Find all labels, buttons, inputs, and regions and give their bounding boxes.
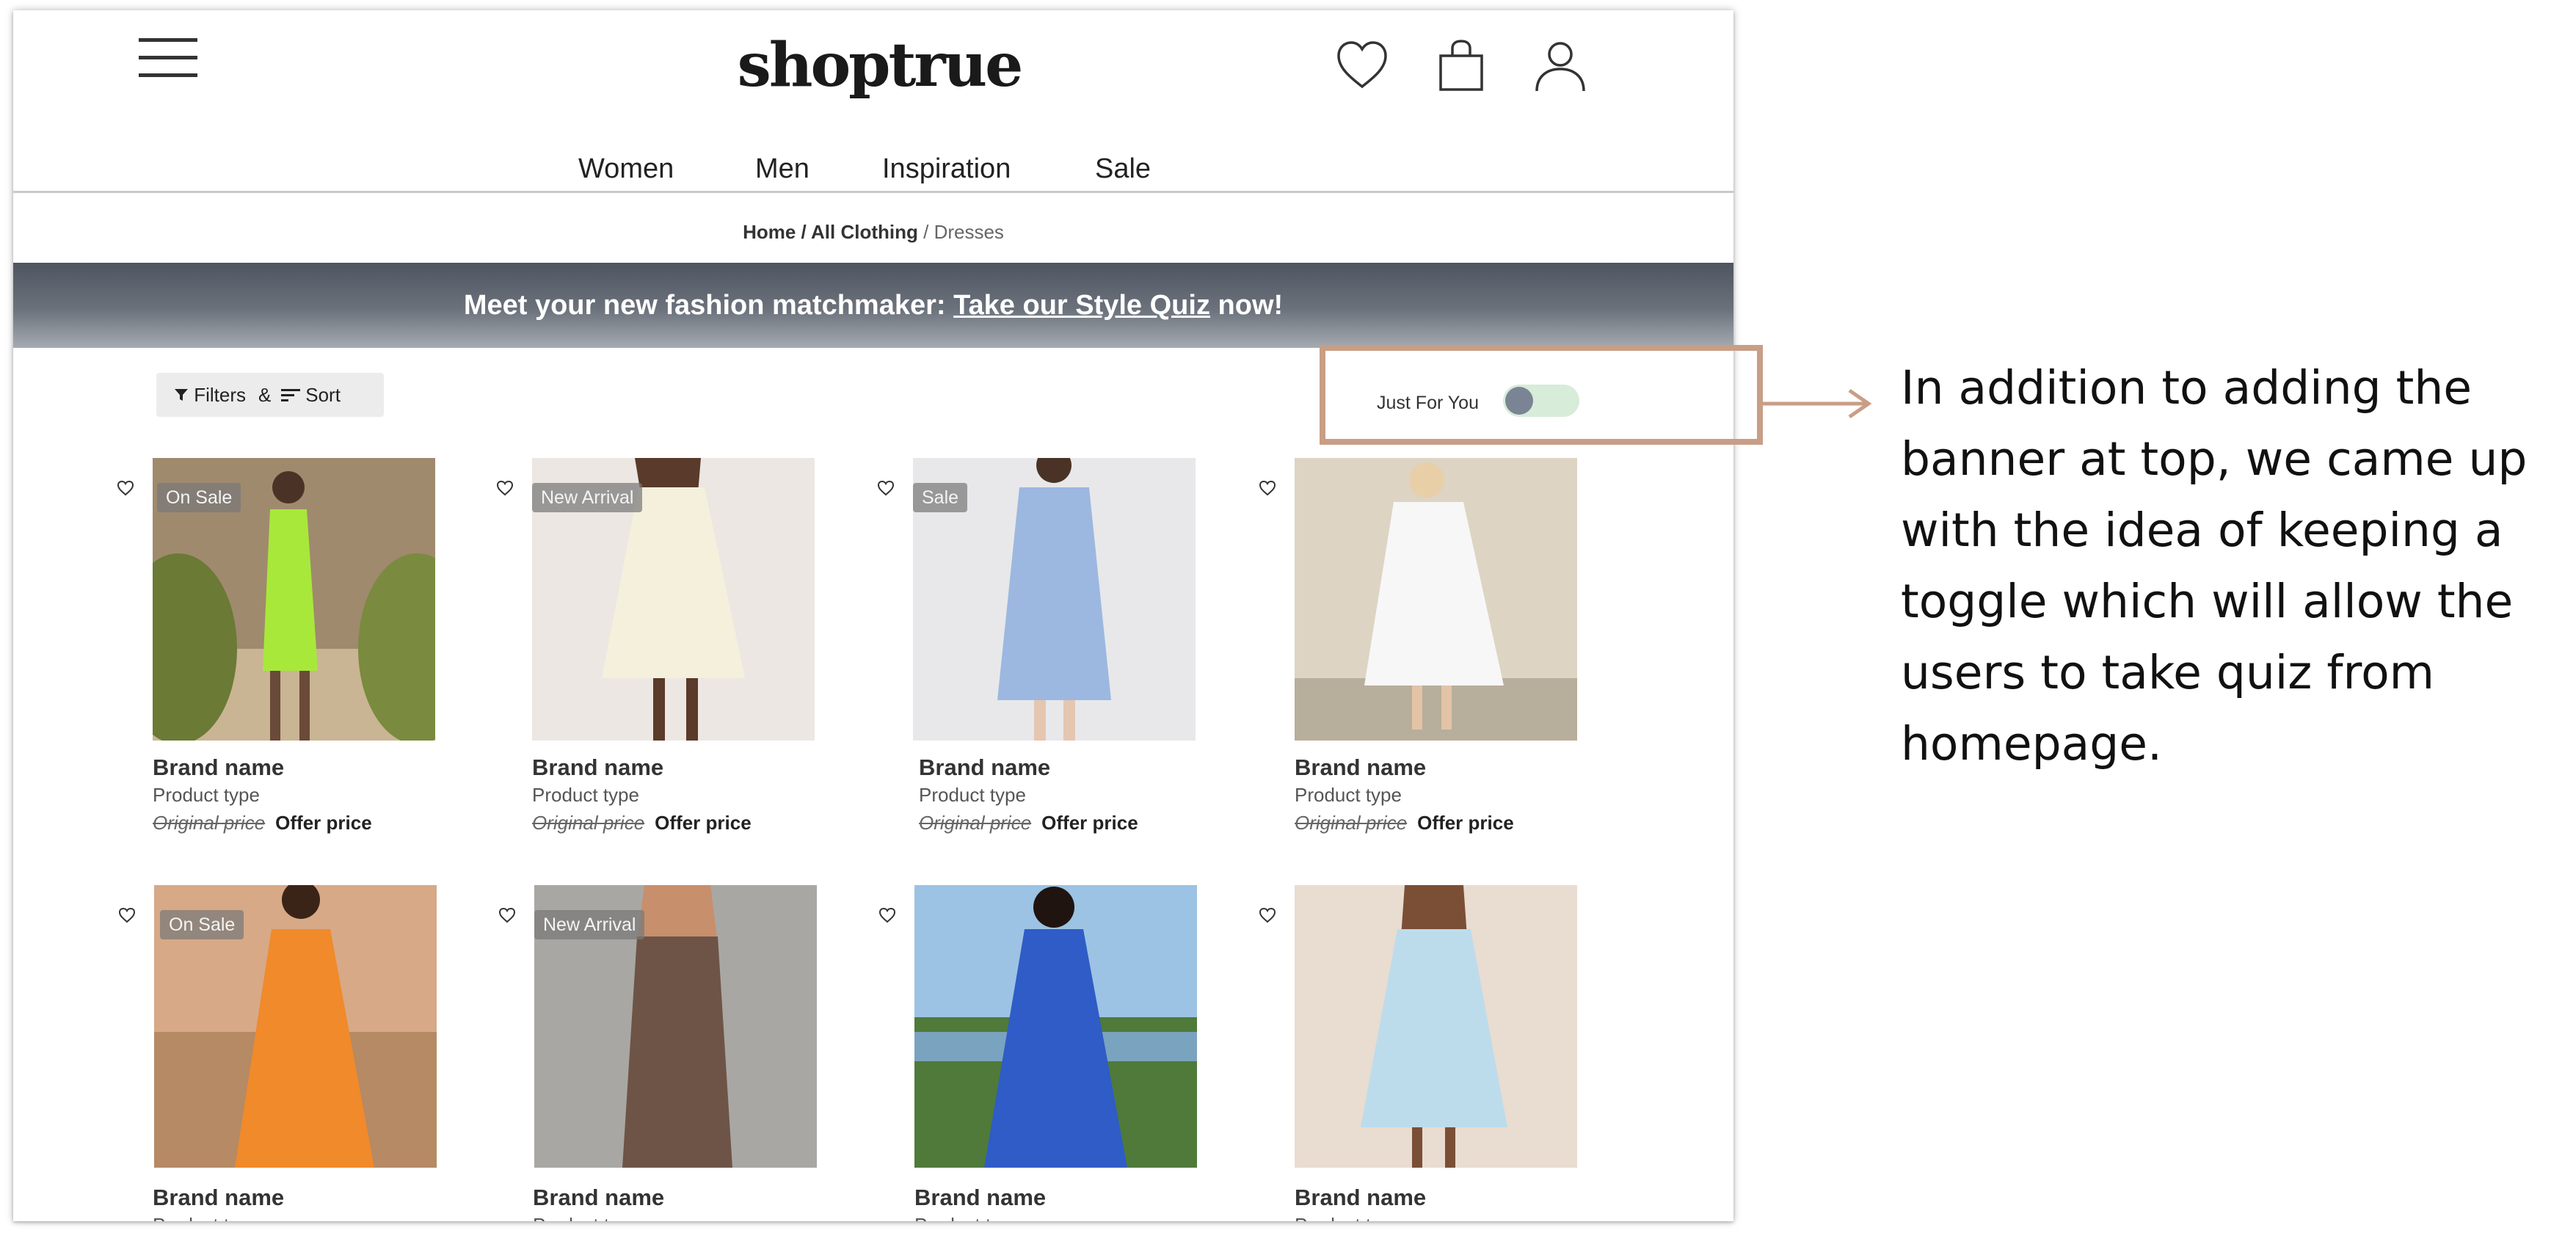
original-price: Original price [919, 812, 1032, 834]
wishlist-heart-icon[interactable] [1252, 473, 1283, 503]
nav-inspiration[interactable]: Inspiration [882, 147, 1011, 191]
user-icon[interactable] [1532, 38, 1588, 94]
status-badge: On Sale [160, 910, 244, 939]
product-type: Product type [919, 784, 1026, 806]
product-brand[interactable]: Brand name [533, 1183, 664, 1212]
status-badge: New Arrival [534, 910, 645, 939]
breadcrumb-separator: / [796, 221, 812, 243]
offer-price: Offer price [1417, 812, 1514, 834]
filters-sort-ampersand: & [258, 384, 272, 406]
product-brand[interactable]: Brand name [1295, 1183, 1426, 1212]
product-prices: Original price Offer price [532, 810, 752, 835]
product-type: Product type [1295, 784, 1402, 806]
status-badge: On Sale [157, 483, 241, 512]
product-brand[interactable]: Brand name [153, 753, 284, 782]
product-type: Product type [532, 784, 639, 806]
sort-label: Sort [305, 384, 341, 406]
annotation-note: In addition to adding the banner at top,… [1901, 361, 2528, 771]
breadcrumb-separator: / [917, 221, 934, 243]
product-prices: Original price Offer price [1295, 810, 1514, 835]
banner-text: Meet your new fashion matchmaker: [463, 290, 954, 321]
original-price: Original price [1295, 812, 1408, 834]
product-type: Product type [533, 1212, 640, 1221]
original-price: Original price [153, 812, 266, 834]
breadcrumb-current: Dresses [934, 221, 1004, 243]
filter-icon [175, 389, 188, 401]
offer-price: Offer price [275, 812, 372, 834]
offer-price: Offer price [1041, 812, 1138, 834]
wishlist-heart-icon[interactable] [492, 900, 523, 931]
product-brand[interactable]: Brand name [153, 1183, 284, 1212]
offer-price: Offer price [655, 812, 752, 834]
shopping-bag-icon[interactable] [1433, 38, 1489, 94]
product-type: Product type [153, 1212, 260, 1221]
banner-text-end: now! [1209, 290, 1284, 321]
wishlist-heart-icon[interactable] [490, 473, 520, 503]
status-badge: New Arrival [532, 483, 643, 512]
breadcrumb: Home / All Clothing / Dresses [13, 217, 1733, 247]
wishlist-heart-icon[interactable] [872, 900, 903, 931]
product-brand[interactable]: Brand name [532, 753, 663, 782]
filters-button[interactable]: Filters [174, 373, 246, 417]
sort-icon [281, 389, 300, 402]
style-quiz-banner: Meet your new fashion matchmaker: Take o… [13, 263, 1733, 348]
app-window: shoptrue Women Men Inspiration Sale Home… [13, 10, 1733, 1221]
site-logo[interactable]: shoptrue [674, 25, 1085, 106]
product-image[interactable] [914, 885, 1197, 1168]
wishlist-heart-icon[interactable] [110, 473, 141, 503]
nav-men[interactable]: Men [755, 147, 809, 191]
nav-sale[interactable]: Sale [1095, 147, 1151, 191]
status-badge: Sale [913, 483, 968, 512]
wishlist-heart-icon[interactable] [1252, 900, 1283, 931]
menu-icon[interactable] [139, 37, 197, 79]
sort-button[interactable]: Sort [281, 373, 341, 417]
nav-divider [13, 191, 1733, 193]
filter-sort-bar: Filters & Sort [156, 373, 384, 417]
breadcrumb-all-clothing[interactable]: All Clothing [811, 221, 918, 243]
product-prices: Original price Offer price [153, 810, 372, 835]
product-type: Product type [153, 784, 260, 806]
product-brand[interactable]: Brand name [914, 1183, 1046, 1212]
wishlist-heart-icon[interactable] [870, 473, 901, 503]
main-nav: Women Men Inspiration Sale [13, 147, 1733, 191]
product-image[interactable] [1295, 885, 1577, 1168]
arrow-right-icon [1763, 388, 1872, 419]
style-quiz-link[interactable]: Take our Style Quiz [953, 290, 1210, 321]
product-brand[interactable]: Brand name [1295, 753, 1426, 782]
product-prices: Original price Offer price [919, 810, 1138, 835]
product-brand[interactable]: Brand name [919, 753, 1050, 782]
product-type: Product type [1295, 1212, 1402, 1221]
product-image[interactable] [1295, 458, 1577, 741]
breadcrumb-home[interactable]: Home [743, 221, 796, 243]
original-price: Original price [532, 812, 645, 834]
heart-icon[interactable] [1334, 38, 1390, 94]
filters-label: Filters [194, 384, 247, 406]
toggle-callout-box [1320, 345, 1763, 445]
nav-women[interactable]: Women [578, 147, 674, 191]
wishlist-heart-icon[interactable] [112, 900, 142, 931]
product-type: Product type [914, 1212, 1022, 1221]
